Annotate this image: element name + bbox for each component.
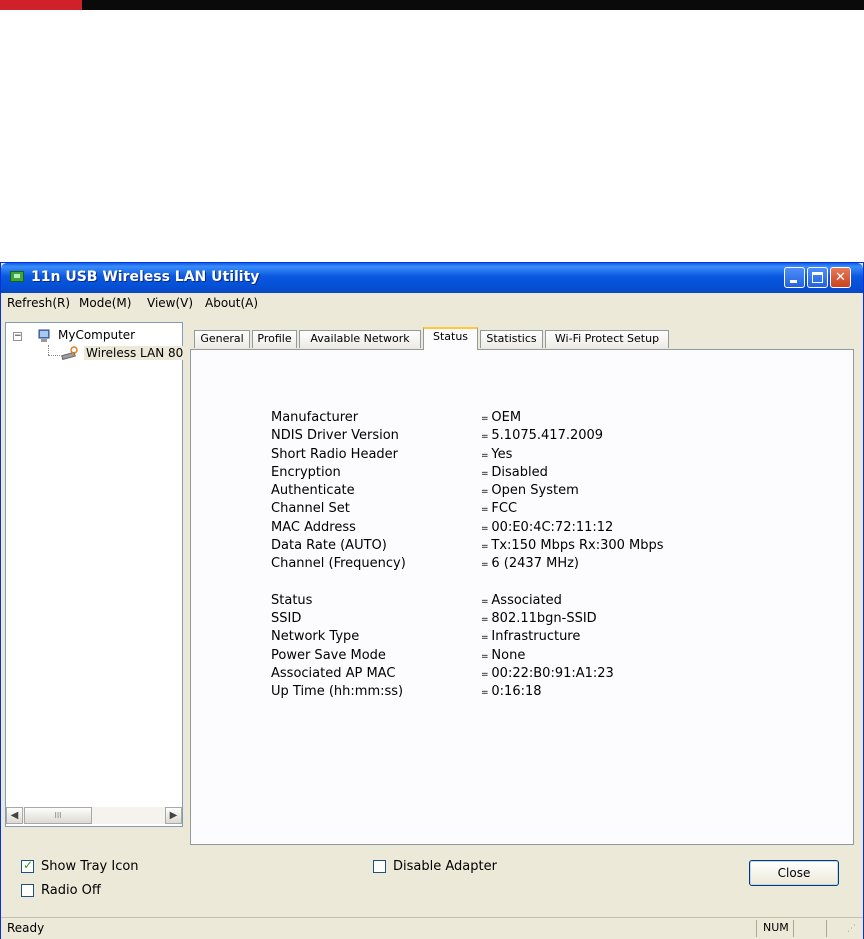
tree-expander[interactable]: −: [13, 332, 22, 341]
close-icon: ✕: [835, 270, 846, 285]
wireless-adapter-icon: [61, 346, 78, 360]
row-label: Up Time (hh:mm:ss): [271, 684, 404, 700]
menu-mode[interactable]: Mode(M): [79, 296, 131, 310]
row-label: Manufacturer: [271, 410, 359, 425]
app-icon: [10, 271, 24, 282]
menu-about[interactable]: About(A): [205, 296, 258, 310]
status-divider: [756, 920, 757, 937]
row-value: Yes: [481, 447, 512, 462]
title-bar[interactable]: 11n USB Wireless LAN Utility ✕: [1, 263, 863, 293]
resize-grip-icon[interactable]: ⋰: [847, 924, 856, 934]
row-value: 5.1075.417.2009: [481, 428, 603, 443]
row-value: Infrastructure: [481, 629, 580, 644]
close-button[interactable]: Close: [749, 860, 839, 886]
row-value: Tx:150 Mbps Rx:300 Mbps: [481, 538, 663, 553]
show-tray-icon-label: Show Tray Icon: [41, 859, 139, 874]
row-value: None: [481, 648, 525, 663]
tree-horizontal-scrollbar[interactable]: ◀ III ▶: [6, 807, 182, 824]
status-divider: [826, 920, 827, 937]
tree-connector: [48, 345, 49, 355]
menu-refresh[interactable]: Refresh(R): [7, 296, 70, 310]
row-label: Status: [271, 592, 313, 608]
radio-off-label: Radio Off: [41, 883, 101, 898]
row-value: FCC: [481, 501, 517, 516]
show-tray-icon-checkbox[interactable]: [21, 858, 34, 873]
row-value: 802.11bgn-SSID: [481, 611, 596, 626]
row-label: Associated AP MAC: [271, 665, 396, 681]
tab-general[interactable]: General: [194, 330, 250, 348]
header-accent: [0, 0, 82, 10]
computer-icon: [38, 329, 50, 342]
row-label: NDIS Driver Version: [271, 428, 399, 444]
status-divider: [793, 920, 794, 937]
minimize-button[interactable]: [784, 267, 805, 288]
menu-bar: Refresh(R) Mode(M) View(V) About(A): [1, 293, 863, 313]
row-value: OEM: [481, 410, 521, 425]
scroll-left-button[interactable]: ◀: [6, 807, 23, 824]
tab-wifi-protect-setup[interactable]: Wi-Fi Protect Setup: [545, 330, 669, 348]
row-label: Data Rate (AUTO): [271, 538, 387, 554]
menu-view[interactable]: View(V): [147, 296, 193, 310]
device-tree: − MyComputer Wireless LAN 80: [5, 322, 186, 827]
row-label: Short Radio Header: [271, 446, 399, 462]
maximize-button[interactable]: [807, 267, 828, 288]
show-tray-icon-option[interactable]: Show Tray Icon: [21, 858, 139, 874]
row-label: Channel (Frequency): [271, 556, 406, 572]
tree-root-mycomputer[interactable]: MyComputer: [58, 328, 135, 342]
tab-statistics[interactable]: Statistics: [480, 330, 543, 348]
radio-off-checkbox[interactable]: [21, 884, 34, 897]
row-label: Encryption: [271, 464, 341, 480]
row-value: Associated: [481, 593, 561, 608]
radio-off-option[interactable]: Radio Off: [21, 883, 101, 898]
num-lock-indicator: NUM: [763, 921, 789, 934]
row-label: Power Save Mode: [271, 647, 386, 663]
row-value: 00:22:B0:91:A1:23: [481, 666, 613, 681]
window-title: 11n USB Wireless LAN Utility: [31, 269, 260, 285]
row-label: Channel Set: [271, 501, 350, 517]
scroll-thumb[interactable]: III: [24, 807, 92, 824]
scroll-right-button[interactable]: ▶: [165, 807, 182, 824]
row-value: Open System: [481, 483, 578, 498]
row-label: Network Type: [271, 629, 360, 645]
close-window-button[interactable]: ✕: [830, 267, 851, 288]
row-value: 0:16:18: [481, 684, 541, 699]
maximize-icon: [812, 272, 823, 283]
row-value: 00:E0:4C:72:11:12: [481, 520, 613, 535]
disable-adapter-checkbox[interactable]: [373, 860, 386, 873]
page-header-bar: [0, 0, 864, 10]
disable-adapter-label: Disable Adapter: [393, 859, 497, 874]
disable-adapter-option[interactable]: Disable Adapter: [373, 859, 497, 874]
tree-item-wireless-lan[interactable]: Wireless LAN 80: [84, 346, 186, 360]
tree-connector: [48, 355, 60, 356]
minimize-icon: [790, 280, 797, 283]
tab-available-network[interactable]: Available Network: [299, 330, 421, 348]
row-label: Authenticate: [271, 483, 355, 499]
tab-status[interactable]: Status: [423, 327, 478, 350]
status-bar: Ready NUM ⋰: [1, 917, 863, 939]
row-value: Disabled: [481, 465, 547, 480]
row-label: SSID: [271, 610, 302, 626]
row-value: 6 (2437 MHz): [481, 556, 579, 571]
tab-profile[interactable]: Profile: [252, 330, 297, 348]
status-text: Ready: [7, 921, 45, 935]
utility-window: 11n USB Wireless LAN Utility ✕ Refresh(R…: [0, 262, 864, 939]
row-label: MAC Address: [271, 519, 356, 535]
